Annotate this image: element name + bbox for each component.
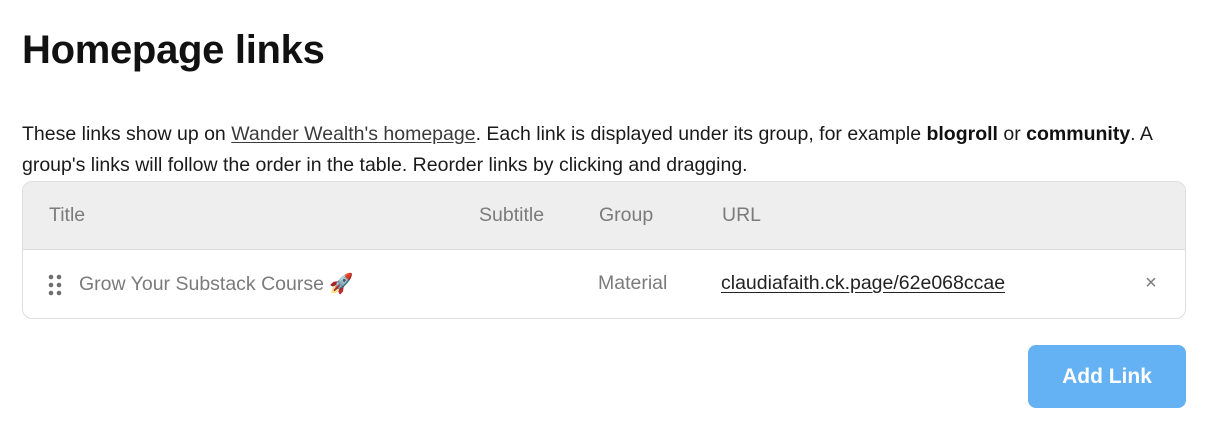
links-table: Title Subtitle Group URL Grow Your Subst… bbox=[22, 181, 1186, 319]
description-text-2: . Each link is displayed under its group… bbox=[475, 123, 927, 145]
page-title: Homepage links bbox=[22, 28, 325, 72]
link-group[interactable]: Material bbox=[598, 272, 667, 295]
homepage-link[interactable]: Wander Wealth's homepage bbox=[231, 123, 475, 145]
table-header: Title Subtitle Group URL bbox=[23, 182, 1185, 250]
table-row[interactable]: Grow Your Substack Course 🚀 Material cla… bbox=[23, 250, 1185, 318]
example-group-community: community bbox=[1026, 123, 1131, 145]
drag-handle-icon[interactable] bbox=[47, 273, 63, 297]
add-link-button[interactable]: Add Link bbox=[1028, 345, 1186, 408]
link-url[interactable]: claudiafaith.ck.page/62e068ccae bbox=[721, 272, 1005, 295]
column-header-group: Group bbox=[599, 204, 654, 226]
description-text-1: These links show up on bbox=[22, 123, 232, 145]
example-group-blogroll: blogroll bbox=[926, 123, 998, 145]
description-text-3: or bbox=[997, 123, 1027, 145]
close-icon[interactable]: × bbox=[1141, 272, 1161, 294]
link-title[interactable]: Grow Your Substack Course 🚀 bbox=[79, 272, 354, 296]
column-header-url: URL bbox=[722, 204, 762, 226]
column-header-title: Title bbox=[49, 204, 86, 226]
column-header-subtitle: Subtitle bbox=[479, 204, 545, 226]
page-description: These links show up on Wander Wealth's h… bbox=[22, 119, 1186, 181]
